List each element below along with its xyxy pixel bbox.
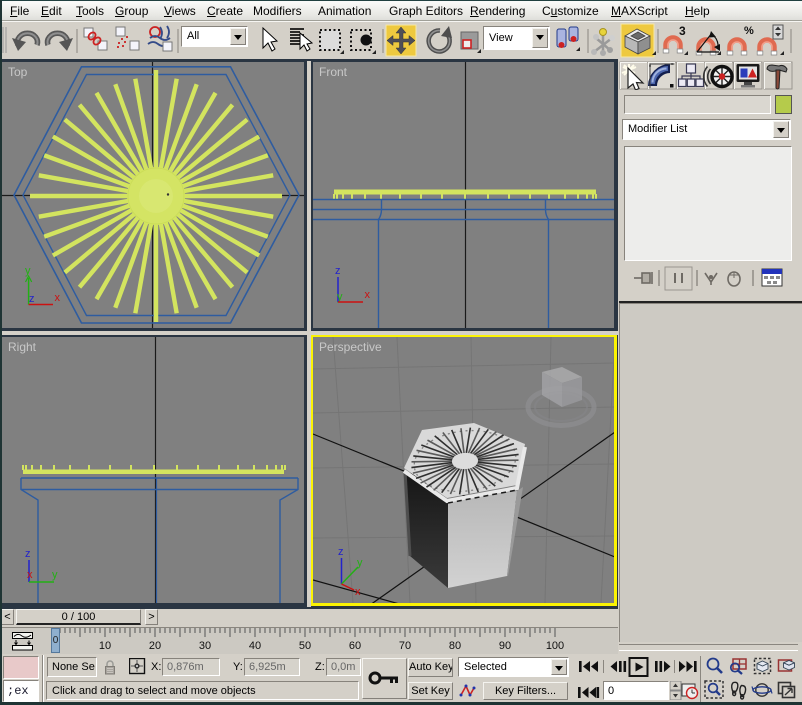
svg-text:y: y: [52, 569, 58, 581]
svg-text:60: 60: [349, 640, 361, 652]
svg-text:Right: Right: [8, 340, 37, 354]
svg-text:30: 30: [199, 640, 211, 652]
svg-text:x: x: [355, 586, 361, 598]
svg-text:80: 80: [449, 640, 461, 652]
svg-text:z: z: [29, 293, 35, 305]
svg-text:3: 3: [679, 24, 686, 38]
svg-text:z: z: [335, 265, 341, 277]
svg-text:50: 50: [299, 640, 311, 652]
svg-text:z: z: [338, 546, 344, 558]
svg-text:x: x: [55, 292, 61, 304]
svg-text:y: y: [337, 291, 343, 303]
svg-text:100: 100: [546, 640, 564, 652]
svg-text:Perspective: Perspective: [319, 340, 382, 354]
svg-text:z: z: [25, 548, 31, 560]
svg-text:y: y: [25, 265, 31, 277]
svg-text:10: 10: [99, 640, 111, 652]
svg-text:y: y: [357, 557, 363, 569]
svg-text:%: %: [744, 25, 754, 37]
svg-text:20: 20: [149, 640, 161, 652]
svg-text:Front: Front: [319, 65, 348, 79]
svg-text:90: 90: [499, 640, 511, 652]
svg-text:x: x: [27, 569, 33, 581]
svg-text:40: 40: [249, 640, 261, 652]
svg-text:Top: Top: [8, 65, 28, 79]
svg-text:70: 70: [399, 640, 411, 652]
svg-text:x: x: [365, 289, 371, 301]
